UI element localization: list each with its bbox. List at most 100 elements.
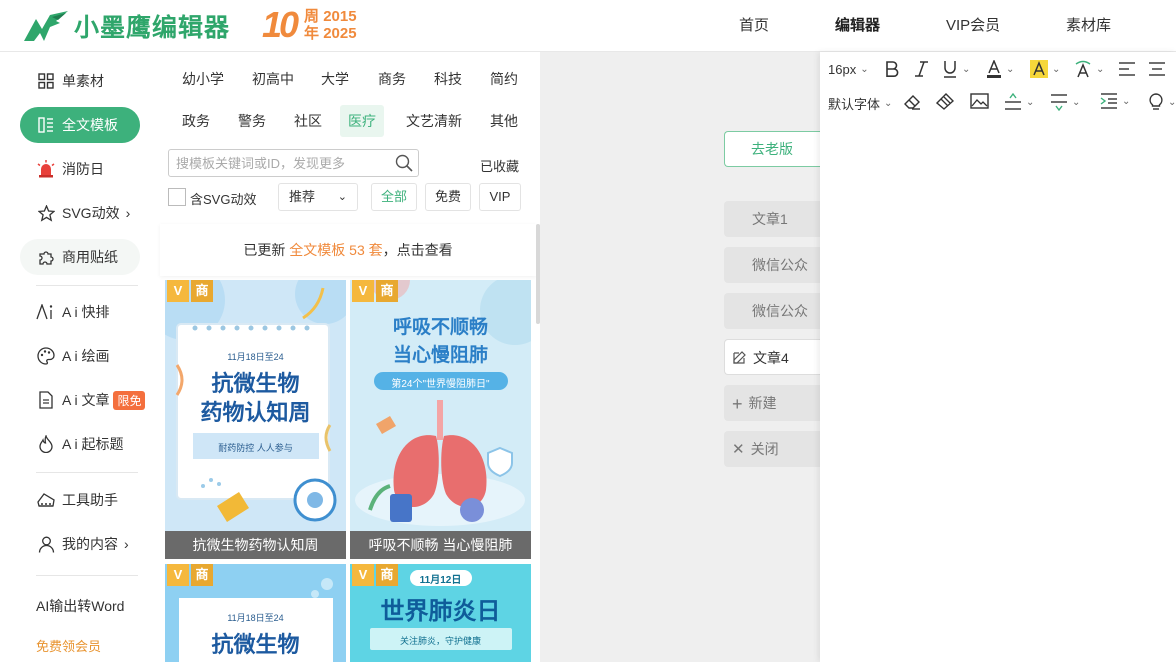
category-middle-high[interactable]: 初高中 bbox=[244, 63, 302, 95]
doc-tab-3[interactable]: 微信公众 bbox=[724, 293, 820, 329]
category-simple[interactable]: 简约 bbox=[482, 63, 526, 95]
paragraph-spacing-icon[interactable]: ⌄ bbox=[1050, 93, 1080, 111]
doc-tab-4[interactable]: 文章4 bbox=[724, 339, 820, 375]
template-card-1[interactable]: 11月18日至24 抗微生物 药物认知周 耐药防控 人人参与 V 商 抗微生物药… bbox=[165, 280, 346, 559]
update-notice[interactable]: 已更新 全文模板 53 套，点击查看 bbox=[160, 224, 536, 276]
notice-text-end: ，点击查看 bbox=[382, 242, 453, 258]
user-icon bbox=[36, 534, 56, 554]
chevron-down-icon: ⌄ bbox=[962, 63, 971, 75]
category-literary[interactable]: 文艺清新 bbox=[398, 105, 470, 137]
indent-icon[interactable]: ⌄ bbox=[1100, 93, 1130, 109]
sidebar-item-full-template[interactable]: 全文模板 bbox=[20, 107, 140, 143]
italic-icon[interactable] bbox=[914, 60, 930, 78]
sidebar-item-label: 单素材 bbox=[62, 73, 104, 89]
search-icon[interactable] bbox=[395, 154, 413, 175]
card-title-line-1: 抗微生物 bbox=[211, 371, 300, 396]
sidebar-item-label: A i 绘画 bbox=[62, 348, 110, 364]
chevron-right-icon: › bbox=[124, 536, 129, 552]
font-color-icon[interactable]: ⌄ bbox=[986, 60, 1014, 78]
sidebar-item-svg-animation[interactable]: SVG动效 › bbox=[20, 195, 140, 231]
font-size-select[interactable]: 16px ⌄ bbox=[828, 62, 869, 77]
nav-editor[interactable]: 编辑器 bbox=[835, 0, 880, 52]
ai-sparkle-icon bbox=[36, 302, 56, 322]
collected-link[interactable]: 已收藏 bbox=[480, 156, 519, 175]
category-medical[interactable]: 医疗 bbox=[340, 105, 384, 137]
filter-all[interactable]: 全部 bbox=[371, 183, 417, 211]
vip-tag: V bbox=[352, 564, 374, 586]
free-vip-link[interactable]: 免费领会员 bbox=[36, 636, 101, 655]
commercial-tag: 商 bbox=[191, 280, 213, 302]
template-card-4[interactable]: 11月12日 世界肺炎日 关注肺炎，守护健康 V 商 bbox=[350, 564, 531, 662]
sidebar-item-label: 商用贴纸 bbox=[62, 249, 118, 265]
line-spacing-icon[interactable]: ⌄ bbox=[1004, 93, 1034, 111]
doc-tab-label: 文章4 bbox=[753, 350, 789, 366]
template-card-3[interactable]: 11月18日至24 抗微生物 V 商 bbox=[165, 564, 346, 662]
category-business[interactable]: 商务 bbox=[370, 63, 414, 95]
category-university[interactable]: 大学 bbox=[313, 63, 357, 95]
chevron-down-icon: ⌄ bbox=[1006, 63, 1015, 75]
sidebar-divider bbox=[36, 285, 138, 286]
sidebar-item-label: 工具助手 bbox=[62, 492, 118, 508]
category-government[interactable]: 政务 bbox=[174, 105, 218, 137]
nav-materials[interactable]: 素材库 bbox=[1066, 0, 1111, 52]
editor-panel: 16px ⌄ ⌄ ⌄ ⌄ ⌄ 默认字体 ⌄ ⌄ ⌄ ⌄ ⌄ bbox=[820, 52, 1176, 662]
sort-select[interactable]: 推荐 ⌄ bbox=[278, 183, 358, 211]
sidebar: 单素材 全文模板 消防日 SVG动效 › 商用贴纸 A i 快排 A i 绘画 … bbox=[0, 52, 160, 662]
anniversary-badge: 10 周 2015 年 2025 bbox=[262, 6, 357, 44]
align-center-icon[interactable] bbox=[1148, 62, 1166, 76]
font-size-value: 16px bbox=[828, 62, 857, 77]
sidebar-item-fire-day[interactable]: 消防日 bbox=[20, 151, 140, 187]
card-title-line-1: 抗微生物 bbox=[211, 632, 300, 657]
palette-icon bbox=[36, 346, 56, 366]
notice-highlight: 全文模板 53 套 bbox=[289, 242, 383, 258]
lightbulb-icon[interactable]: ⌄ bbox=[1148, 93, 1176, 111]
nav-vip[interactable]: VIP会员 bbox=[946, 0, 1000, 52]
sidebar-item-my-content[interactable]: 我的内容 › bbox=[20, 526, 140, 562]
category-primary[interactable]: 幼小学 bbox=[174, 63, 232, 95]
filter-vip[interactable]: VIP bbox=[479, 183, 521, 211]
sidebar-item-ai-title[interactable]: A i 起标题 bbox=[20, 426, 140, 462]
nav-home[interactable]: 首页 bbox=[739, 0, 769, 52]
commercial-tag: 商 bbox=[191, 564, 213, 586]
svg-checkbox[interactable] bbox=[168, 188, 186, 206]
ai-to-word-link[interactable]: AI输出转Word bbox=[36, 596, 124, 616]
category-community[interactable]: 社区 bbox=[286, 105, 330, 137]
sidebar-item-ai-layout[interactable]: A i 快排 bbox=[20, 294, 140, 330]
new-doc-button[interactable]: + 新建 bbox=[724, 385, 820, 421]
highlight-color-icon[interactable]: ⌄ bbox=[1030, 60, 1060, 78]
format-painter-icon[interactable] bbox=[936, 93, 954, 110]
sidebar-item-commercial-stickers[interactable]: 商用贴纸 bbox=[20, 239, 140, 275]
doc-tab-2[interactable]: 微信公众 bbox=[724, 247, 820, 283]
eraser-icon[interactable] bbox=[904, 93, 921, 110]
top-bar: 小墨鹰编辑器 10 周 2015 年 2025 首页 编辑器 VIP会员 素材库 bbox=[0, 0, 1176, 52]
brand-logo[interactable]: 小墨鹰编辑器 bbox=[22, 8, 230, 44]
image-icon[interactable] bbox=[970, 93, 989, 109]
edit-icon bbox=[733, 341, 747, 377]
align-left-icon[interactable] bbox=[1118, 62, 1136, 76]
sidebar-item-tools[interactable]: 工具助手 bbox=[20, 482, 140, 518]
search-input[interactable] bbox=[176, 150, 386, 176]
plus-icon: + bbox=[732, 394, 743, 415]
template-card-2[interactable]: 呼吸不顺畅 当心慢阻肺 第24个"世界慢阻肺日" V 商 呼吸不顺畅 当心慢阻肺 bbox=[350, 280, 531, 559]
doc-tab-1[interactable]: 文章1 bbox=[724, 201, 820, 237]
card-title-line-2: 当心慢阻肺 bbox=[392, 345, 488, 366]
brand-name: 小墨鹰编辑器 bbox=[74, 13, 231, 42]
font-family-select[interactable]: 默认字体 ⌄ bbox=[828, 94, 892, 113]
vip-tag: V bbox=[167, 280, 189, 302]
close-doc-button[interactable]: ✕ 关闭 bbox=[724, 431, 820, 467]
underline-icon[interactable]: ⌄ bbox=[942, 60, 970, 78]
sidebar-item-label: A i 文章 bbox=[62, 392, 110, 408]
text-effect-icon[interactable]: ⌄ bbox=[1074, 60, 1104, 78]
chevron-down-icon: ⌄ bbox=[1052, 63, 1061, 75]
sidebar-item-ai-painting[interactable]: A i 绘画 bbox=[20, 338, 140, 374]
old-version-button[interactable]: 去老版 bbox=[724, 131, 820, 167]
sidebar-item-label: 我的内容 bbox=[62, 536, 118, 552]
bold-icon[interactable] bbox=[884, 60, 900, 78]
sidebar-item-ai-article[interactable]: A i 文章 限免 bbox=[20, 382, 160, 418]
category-tech[interactable]: 科技 bbox=[426, 63, 470, 95]
sidebar-item-single-material[interactable]: 单素材 bbox=[20, 63, 140, 99]
filter-free[interactable]: 免费 bbox=[425, 183, 471, 211]
category-police[interactable]: 警务 bbox=[230, 105, 274, 137]
category-other[interactable]: 其他 bbox=[482, 105, 526, 137]
close-icon: ✕ bbox=[732, 441, 745, 459]
